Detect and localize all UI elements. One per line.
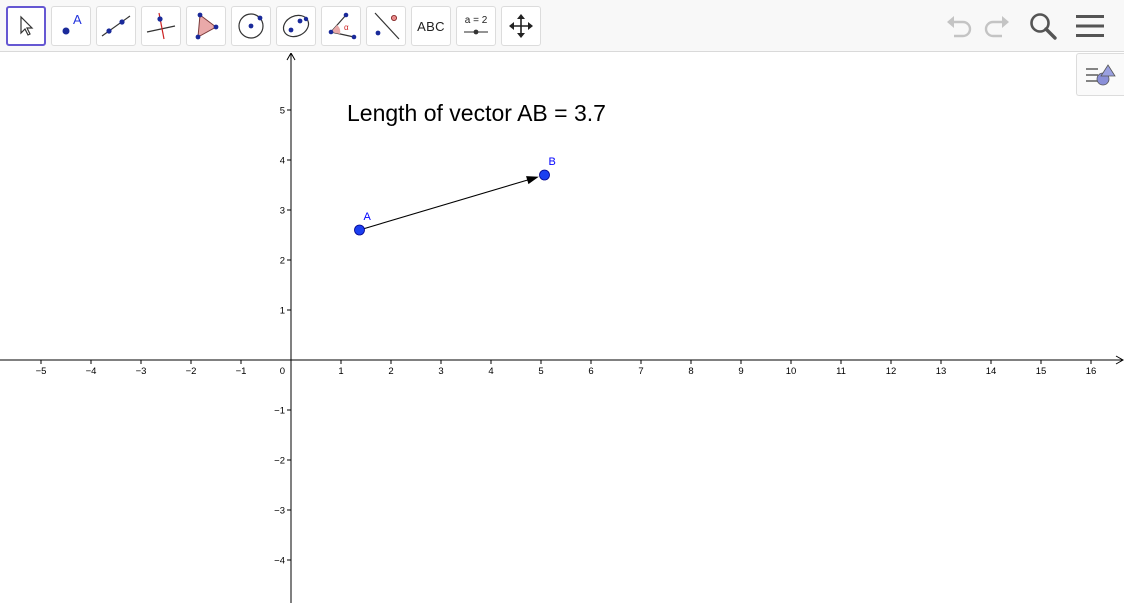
slider-tool-button[interactable]: a = 2 bbox=[456, 6, 496, 46]
line-tool-button[interactable] bbox=[96, 6, 136, 46]
y-tick-label: 3 bbox=[280, 206, 285, 217]
cursor-arrow-icon bbox=[20, 15, 34, 36]
x-tick-label: 6 bbox=[588, 366, 593, 377]
ellipse-tool-button[interactable] bbox=[276, 6, 316, 46]
point-b[interactable] bbox=[539, 169, 550, 181]
x-tick-label: 9 bbox=[738, 366, 743, 377]
reflect-about-line-icon bbox=[374, 12, 400, 40]
line-through-points-icon bbox=[101, 15, 131, 37]
angle-icon: α bbox=[328, 12, 357, 40]
x-tick-label: 4 bbox=[488, 366, 493, 377]
toolbar: A α ABC a = 2 bbox=[0, 0, 1124, 52]
point-icon: A bbox=[62, 12, 82, 35]
y-tick-label: −4 bbox=[274, 556, 285, 567]
y-axis-ticks: 5 4 3 2 1 −1 −2 −3 −4 bbox=[274, 106, 291, 567]
circle-tool-button[interactable] bbox=[231, 6, 271, 46]
search-button[interactable] bbox=[1026, 10, 1060, 42]
point-tool-button[interactable]: A bbox=[51, 6, 91, 46]
text-tool-button[interactable]: ABC bbox=[411, 6, 451, 46]
polygon-tool-button[interactable] bbox=[186, 6, 226, 46]
perpendicular-line-tool-button[interactable] bbox=[141, 6, 181, 46]
x-tick-label: 11 bbox=[836, 366, 846, 377]
style-bar-toggle-button[interactable] bbox=[1076, 53, 1124, 96]
main-menu-button[interactable] bbox=[1073, 10, 1107, 42]
polygon-icon bbox=[195, 12, 219, 40]
y-tick-label: 1 bbox=[280, 306, 285, 317]
y-tick-label: 4 bbox=[280, 156, 285, 167]
circle-with-center-icon bbox=[238, 13, 264, 39]
vector-ab-line[interactable] bbox=[359, 178, 532, 231]
x-tick-label: 15 bbox=[1036, 366, 1047, 377]
x-tick-label: 13 bbox=[936, 366, 947, 377]
y-tick-label: −1 bbox=[274, 406, 285, 417]
point-label-b: B bbox=[549, 156, 556, 168]
point-label-a: A bbox=[364, 211, 372, 223]
undo-icon bbox=[947, 16, 972, 38]
style-bar-toggle-icon bbox=[1085, 63, 1116, 85]
hamburger-menu-icon bbox=[1076, 15, 1104, 37]
undo-button[interactable] bbox=[942, 10, 976, 42]
x-tick-label: −5 bbox=[36, 366, 47, 377]
x-tick-label: 14 bbox=[986, 366, 997, 377]
y-tick-label: −2 bbox=[274, 456, 285, 467]
x-tick-label: 0 bbox=[280, 366, 285, 377]
x-tick-label: −2 bbox=[186, 366, 197, 377]
x-tick-label: 5 bbox=[538, 366, 543, 377]
text-tool-label: ABC bbox=[417, 18, 445, 34]
move-tool-button[interactable] bbox=[6, 6, 46, 46]
x-tick-label: −3 bbox=[136, 366, 147, 377]
angle-tool-button[interactable]: α bbox=[321, 6, 361, 46]
vector-ab[interactable] bbox=[359, 176, 539, 231]
y-tick-label: 5 bbox=[280, 106, 285, 117]
redo-icon bbox=[984, 16, 1009, 38]
x-tick-label: 1 bbox=[338, 366, 343, 377]
x-tick-label: −4 bbox=[86, 366, 97, 377]
x-tick-label: 12 bbox=[886, 366, 897, 377]
perpendicular-line-icon bbox=[146, 12, 176, 40]
search-icon bbox=[1030, 13, 1057, 40]
redo-button[interactable] bbox=[980, 10, 1014, 42]
y-tick-label: 2 bbox=[280, 256, 285, 267]
move-graphics-view-tool-button[interactable] bbox=[501, 6, 541, 46]
x-tick-label: 3 bbox=[438, 366, 443, 377]
svg-text:A: A bbox=[73, 12, 82, 27]
svg-text:a = 2: a = 2 bbox=[465, 15, 488, 26]
x-axis-ticks: −5 −4 −3 −2 −1 0 1 2 3 4 5 6 7 8 9 10 11 12 13 14 15 16 bbox=[36, 360, 1097, 377]
ellipse-icon bbox=[282, 14, 310, 38]
points: AB bbox=[354, 156, 556, 236]
slider-icon: a = 2 bbox=[464, 15, 488, 35]
x-tick-label: 8 bbox=[688, 366, 693, 377]
x-tick-label: 10 bbox=[786, 366, 797, 377]
y-tick-label: −3 bbox=[274, 506, 285, 517]
svg-text:α: α bbox=[344, 23, 349, 32]
x-tick-label: 7 bbox=[638, 366, 643, 377]
vector-length-text[interactable]: Length of vector AB = 3.7 bbox=[347, 100, 606, 126]
x-tick-label: −1 bbox=[236, 366, 247, 377]
move-arrows-icon bbox=[509, 14, 533, 38]
x-tick-label: 2 bbox=[388, 366, 393, 377]
vector-arrowhead bbox=[526, 176, 539, 185]
reflect-tool-button[interactable] bbox=[366, 6, 406, 46]
graphics-view[interactable]: −5 −4 −3 −2 −1 0 1 2 3 4 5 6 7 8 9 10 11 12 13 14 15 16 54321… bbox=[0, 53, 1124, 603]
x-tick-label: 16 bbox=[1086, 366, 1097, 377]
point-a[interactable] bbox=[354, 224, 365, 236]
